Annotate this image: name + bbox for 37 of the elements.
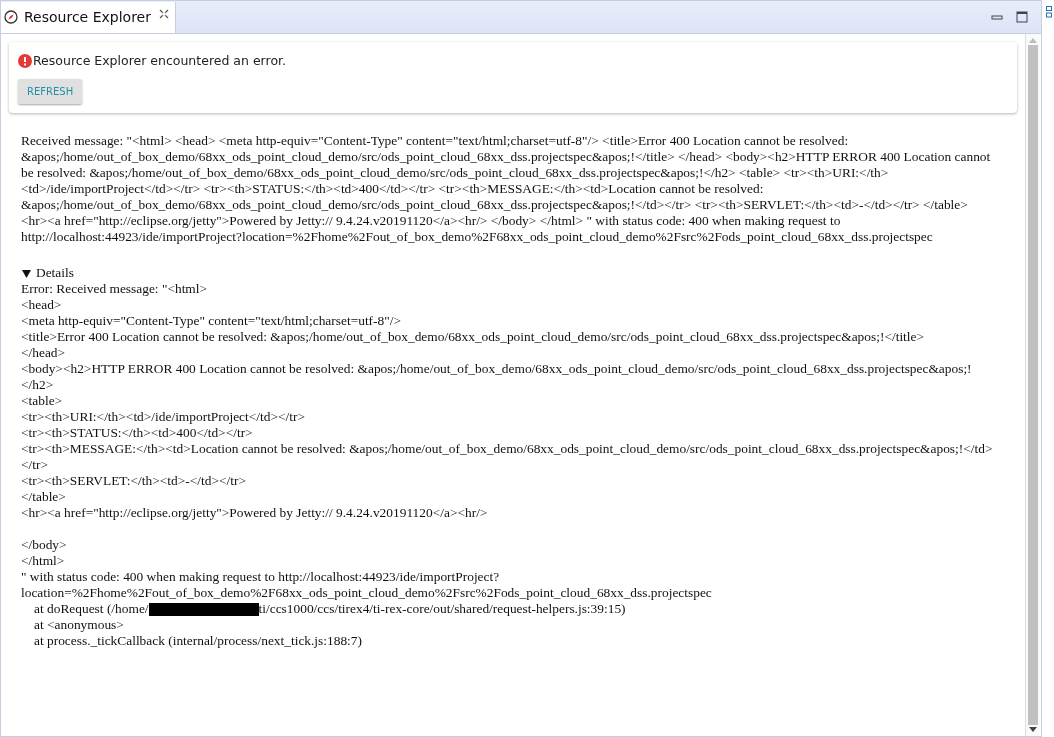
scroll-thumb[interactable]	[1028, 45, 1038, 725]
details-line: <hr><a href="http://eclipse.org/jetty">Powered by Jetty:// 9.4.24.v20191120</a><hr/>	[21, 505, 488, 521]
stack-line: at doRequest (/home/	[34, 601, 149, 617]
details-line: <tr><th>MESSAGE:</th><td>Location cannot be resolved: &apos;/home/out_of_box_demo/68xx_ods_point_cloud_demo/src/ods_point_cloud_68xx_dss.projectspec&apos;!</td>	[21, 441, 993, 457]
details-line: <tr><th>URI:</th><td>/ide/importProject</td></tr>	[21, 409, 306, 425]
error-message: Resource Explorer encountered an error.	[33, 53, 286, 68]
details-line: <body><h2>HTTP ERROR 400 Location cannot be resolved: &apos;/home/out_of_box_demo/68xx_ods_point_cloud_demo/src/ods_point_cloud_68xx_dss.projectspec&apos;!	[21, 361, 972, 377]
caret-down-icon	[22, 268, 31, 278]
stack-line: at <anonymous>	[34, 617, 124, 633]
details-line: </html>	[21, 553, 65, 569]
details-line: </body>	[21, 537, 67, 553]
details-toggle[interactable]: Details	[21, 265, 74, 281]
details-line: " with status code: 400 when making request to http://localhost:44923/ide/importProject?	[21, 569, 500, 585]
details-line: <table>	[21, 393, 63, 409]
details-line: <tr><th>STATUS:</th><td>400</td></tr>	[21, 425, 253, 441]
scroll-down-icon[interactable]	[1029, 727, 1037, 732]
maximize-icon[interactable]	[1016, 11, 1028, 23]
view-tab[interactable]: Resource Explorer	[1, 1, 176, 33]
error-icon	[18, 53, 32, 68]
details-line: </head>	[21, 345, 66, 361]
details-line: <title>Error 400 Location cannot be resolved: &apos;/home/out_of_box_demo/68xx_ods_point_cloud_demo/src/ods_point_cloud_68xx_dss.projectspec&apos;!</title>	[21, 329, 925, 345]
details-line: </tr>	[21, 457, 48, 473]
details-line: <meta http-equiv="Content-Type" content="text/html;charset=utf-8"/>	[21, 313, 401, 329]
details-line: <tr><th>SERVLET:</th><td>-</td></tr>	[21, 473, 246, 489]
compass-icon	[4, 10, 18, 24]
details-line: Error: Received message: "<html>	[21, 281, 208, 297]
error-text: Received message: "<html> <head> <meta http-equiv="Content-Type" content="text/html;charset=utf-8"/> <title>Error 400 Location cannot be resolved: &apos;/home/out_of_box_demo/68xx_ods_point_cloud_demo/src/ods_point_cloud_68xx_dss.projectspec&apos;!</title> </head> <body><h2>HTTP ERROR 400 Location cannot be resolved: &apos;/home/out_of_box_demo/68xx_ods_point_cloud_demo/src/ods_point_cloud_68xx_dss.projectspec&apos;!</h2> <table> <tr><th>URI:</th> <td>/ide/importProject</td></tr> <tr><th>STATUS:</th><td>400</td></tr> <tr><th>MESSAGE:</th><td>Location cannot be resolved: &apos;/home/out_of_box_demo/68xx_ods_point_cloud_demo/src/ods_point_cloud_68xx_dss.projectspec&apos;!</td></tr> <tr><th>SERVLET:</th><td>-</td></tr> </table> <hr><a href="http://eclipse.org/jetty">Powered by Jetty:// 9.4.24.v20191120</a><hr/> </body> </html> " with status code: 400 when making request to http://localhost:44923/ide/importProject?location=%2Fhome%2Fout_of_box_demo%2F68xx_ods_point_cloud_demo%2Fsrc%2Fods_point_cloud_68xx_dss.projectspec	[21, 133, 992, 245]
details-line: </table>	[21, 489, 66, 505]
stack-line: at process._tickCallback (internal/process/next_tick.js:188:7)	[34, 633, 362, 649]
tab-title: Resource Explorer	[24, 9, 151, 25]
details-line: location=%2Fhome%2Fout_of_box_demo%2F68xx_ods_point_cloud_demo%2Fsrc%2Fods_point_cloud_68xx_dss.projectspec	[21, 585, 712, 601]
toolbar-icon[interactable]	[1046, 6, 1052, 18]
scrollbar[interactable]	[1025, 34, 1040, 736]
close-icon[interactable]	[158, 9, 169, 19]
details-line: </h2>	[21, 377, 54, 393]
details-line: <head>	[21, 297, 62, 313]
stack-line: ti/ccs1000/ccs/tirex4/ti-rex-core/out/shared/request-helpers.js:39:15)	[258, 601, 626, 617]
